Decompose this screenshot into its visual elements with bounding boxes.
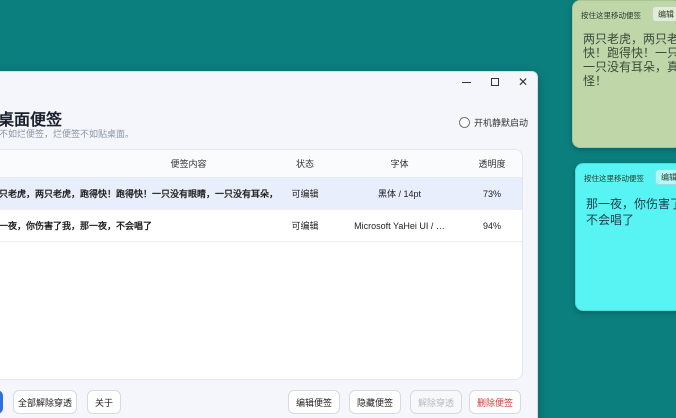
unpin-note-button[interactable]: 解除穿透 — [410, 390, 462, 414]
maximize-button[interactable] — [483, 74, 507, 90]
note-line: 两只老虎，两只老 — [583, 32, 676, 46]
note-line: 那一夜，你伤害了 — [586, 197, 676, 211]
column-header-font[interactable]: 字体 — [337, 157, 462, 170]
maximize-icon — [491, 78, 499, 86]
close-icon: ✕ — [517, 75, 529, 89]
note-line: 一只没有耳朵，真 — [583, 60, 676, 74]
edit-note-button[interactable]: 编辑便签 — [288, 390, 340, 414]
column-header-opacity[interactable]: 透明度 — [462, 157, 522, 170]
note-line: 怪！ — [583, 74, 608, 88]
note-drag-handle[interactable]: 按住这里移动便签 编辑 — [573, 1, 676, 27]
page-subtitle: 不如烂便签，烂便签不如贴桌面。 — [0, 129, 135, 139]
note-edit-button[interactable]: 编辑 — [652, 6, 676, 22]
title-bar[interactable]: ✕ — [0, 72, 537, 92]
row-opacity: 94% — [482, 220, 501, 231]
drag-handle-label: 按住这里移动便签 — [581, 11, 641, 20]
note-line: 不会唱了 — [586, 213, 635, 227]
unpin-all-button[interactable]: 全部解除穿透 — [13, 390, 77, 414]
table-row[interactable]: 只老虎，两只老虎，跑得快！跑得快！一只没有眼睛，一只没有耳朵，… 可编辑 黑体 … — [0, 178, 522, 210]
new-note-button[interactable] — [0, 390, 3, 414]
minimize-icon — [461, 81, 471, 83]
row-opacity: 73% — [482, 188, 501, 199]
note-text: 两只老虎，两只老 快！跑得快！一只 一只没有耳朵，真 怪！ — [583, 32, 676, 88]
delete-note-button[interactable]: 删除便签 — [469, 390, 521, 414]
row-font: 黑体 / 14pt — [377, 189, 422, 199]
table-header: 便签内容 状态 字体 透明度 — [0, 150, 522, 178]
about-button[interactable]: 关于 — [87, 390, 121, 414]
note-drag-handle[interactable]: 按住这里移动便签 编辑 — [576, 164, 676, 190]
autostart-toggle[interactable]: 开机静默启动 — [459, 116, 528, 129]
note-edit-button[interactable]: 编辑 — [655, 169, 676, 185]
minimize-button[interactable] — [454, 74, 478, 90]
column-header-status[interactable]: 状态 — [273, 157, 337, 170]
sticky-note-green[interactable]: 按住这里移动便签 编辑 两只老虎，两只老 快！跑得快！一只 一只没有耳朵，真 怪… — [572, 0, 676, 148]
row-content: 一夜，你伤害了我，那一夜，不会唱了 — [0, 221, 153, 231]
row-status: 可编辑 — [291, 221, 319, 231]
table-row[interactable]: 一夜，你伤害了我，那一夜，不会唱了 可编辑 Microsoft YaHei UI… — [0, 210, 522, 242]
note-line: 快！跑得快！一只 — [583, 46, 676, 60]
column-header-content[interactable]: 便签内容 — [0, 157, 273, 170]
drag-handle-label: 按住这里移动便签 — [584, 174, 644, 183]
row-content: 只老虎，两只老虎，跑得快！跑得快！一只没有眼睛，一只没有耳朵，… — [0, 189, 273, 199]
sticky-note-cyan[interactable]: 按住这里移动便签 编辑 那一夜，你伤害了 不会唱了 — [575, 163, 676, 311]
hide-note-button[interactable]: 隐藏便签 — [349, 390, 401, 414]
autostart-label: 开机静默启动 — [474, 118, 529, 128]
row-status: 可编辑 — [291, 189, 319, 199]
notes-table: 便签内容 状态 字体 透明度 只老虎，两只老虎，跑得快！跑得快！一只没有眼睛，一… — [0, 149, 523, 380]
autostart-radio[interactable] — [459, 117, 470, 128]
sticky-notes-manager-window: ✕ 的桌面便签 不如烂便签，烂便签不如贴桌面。 开机静默启动 便签内容 状态 字… — [0, 71, 538, 418]
row-font: Microsoft YaHei UI / … — [354, 220, 445, 231]
note-text: 那一夜，你伤害了 不会唱了 — [586, 196, 676, 228]
close-button[interactable]: ✕ — [511, 74, 535, 90]
